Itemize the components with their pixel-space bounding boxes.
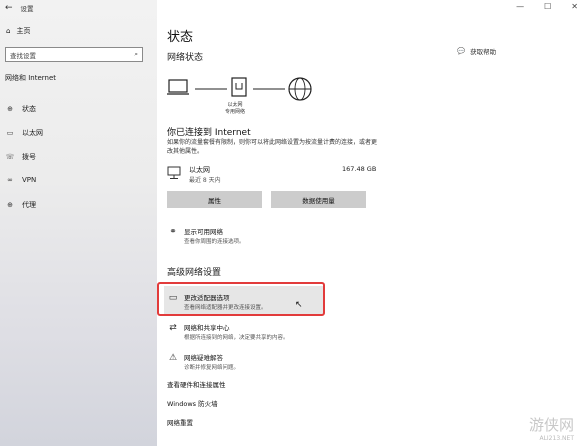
troubleshooter-desc: 诊断并修复网络问题。 (184, 365, 240, 371)
sharing-center-title: 网络和共享中心 (184, 324, 230, 332)
advanced-settings-heading: 高级网络设置 (167, 268, 222, 278)
search-input[interactable]: 查找设置 ⌕ (5, 47, 143, 62)
sidebar-item-home[interactable]: ⌂ 主页 (6, 26, 30, 36)
search-placeholder: 查找设置 (10, 51, 36, 60)
sidebar-item-status[interactable]: ⊕ 状态 (6, 104, 36, 114)
watermark-text: 游侠网 (528, 416, 574, 434)
watermark-sub: ALI213.NET (539, 435, 574, 442)
get-help-link[interactable]: 💬 获取帮助 (457, 46, 496, 56)
network-reset-link[interactable]: 网络重置 (167, 417, 193, 427)
search-icon[interactable]: ⌕ (134, 50, 138, 59)
connection-description: 如果你的流量套餐有限制，则你可以将此网络设置为按流量计费的连接，或者更改其他属性… (167, 139, 378, 155)
titlebar: ← 设置 (0, 0, 157, 16)
network-list-icon: ⚭ (169, 227, 177, 237)
sidebar: ← 设置 ⌂ 主页 查找设置 ⌕ 网络和 Internet ⊕ 状态 ▭ 以太网… (0, 0, 157, 446)
sidebar-item-label: 拨号 (22, 153, 36, 161)
windows-firewall-link[interactable]: Windows 防火墙 (167, 398, 218, 408)
properties-button[interactable]: 属性 (167, 191, 262, 208)
troubleshooter-link[interactable]: ⚠ 网络疑难解答 诊断并修复网络问题。 (167, 352, 239, 371)
sharing-center-link[interactable]: ⇄ 网络和共享中心 根据所连接到的网络，决定要共享的内容。 (167, 322, 289, 341)
globe-icon (288, 77, 312, 101)
network-status-heading: 网络状态 (167, 53, 204, 63)
ethernet-monitor-icon (167, 166, 181, 179)
help-chat-icon: 💬 (457, 47, 466, 55)
main-panel: — ☐ ✕ 状态 网络状态 💬 获取帮助 以太网 专用网络 你已连接到 Inte… (157, 0, 584, 446)
get-help-label: 获取帮助 (470, 48, 497, 56)
sidebar-item-label: 状态 (22, 105, 36, 113)
adapter-row: 以太网 最近 8 天内 167.48 GB (167, 165, 377, 187)
window-controls: — ☐ ✕ (516, 2, 578, 11)
sidebar-item-proxy[interactable]: ⊕ 代理 (6, 200, 36, 210)
ethernet-port-icon (231, 77, 247, 97)
laptop-icon (167, 79, 189, 95)
show-networks-title: 显示可用网络 (184, 228, 223, 236)
home-label: 主页 (16, 27, 31, 35)
mouse-cursor-icon: ↖ (295, 300, 303, 310)
globe-icon: ⊕ (7, 105, 13, 113)
sidebar-item-dialup[interactable]: ☏ 拨号 (6, 152, 36, 162)
network-type-label: 专用网络 (224, 108, 245, 115)
warning-icon: ⚠ (168, 353, 178, 363)
home-icon: ⌂ (6, 27, 11, 35)
network-diagram-label: 以太网 专用网络 (220, 102, 250, 115)
sidebar-item-label: 代理 (22, 201, 36, 209)
page-title: 状态 (167, 30, 194, 45)
vpn-icon: ∞ (7, 176, 13, 184)
data-usage-button[interactable]: 数据使用量 (271, 191, 366, 208)
troubleshooter-title: 网络疑难解答 (184, 354, 223, 362)
maximize-button[interactable]: ☐ (544, 2, 551, 11)
close-button[interactable]: ✕ (571, 2, 578, 11)
back-arrow-icon[interactable]: ← (5, 3, 13, 13)
sidebar-item-vpn[interactable]: ∞ VPN (6, 176, 36, 184)
sidebar-item-label: 以太网 (22, 129, 43, 137)
watermark-logo: 游侠网 ALI213.NET (529, 414, 574, 442)
sharing-icon: ⇄ (169, 323, 177, 333)
sidebar-section-title: 网络和 Internet (5, 74, 57, 82)
monitor-icon: ▭ (6, 129, 14, 137)
connection-status: 你已连接到 Internet (167, 128, 251, 138)
show-networks-link[interactable]: ⚭ 显示可用网络 查看你周围的连接选项。 (167, 226, 245, 245)
minimize-button[interactable]: — (516, 2, 524, 11)
sidebar-item-label: VPN (22, 176, 37, 184)
sidebar-item-ethernet[interactable]: ▭ 以太网 (6, 128, 43, 138)
globe-icon: ⊕ (7, 201, 13, 209)
adapter-period: 最近 8 天内 (189, 177, 221, 184)
sharing-center-desc: 根据所连接到的网络，决定要共享的内容。 (184, 335, 289, 341)
window-title: 设置 (20, 5, 34, 13)
phone-icon: ☏ (5, 153, 15, 161)
hardware-properties-link[interactable]: 查看硬件和连接属性 (167, 379, 226, 389)
adapter-usage: 167.48 GB (342, 165, 377, 173)
adapter-name: 以太网 (189, 166, 210, 174)
highlight-box (157, 282, 325, 316)
show-networks-desc: 查看你周围的连接选项。 (184, 239, 245, 245)
